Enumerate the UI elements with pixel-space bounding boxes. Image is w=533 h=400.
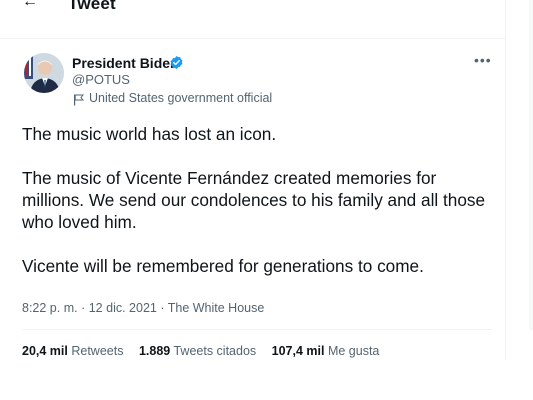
retweets-stat[interactable]: 20,4 mil Retweets: [22, 344, 127, 358]
meta-separator: ·: [81, 301, 86, 315]
tweet-date[interactable]: 12 dic. 2021: [89, 301, 157, 315]
quote-tweets-count: 1.889: [138, 344, 171, 358]
likes-label: Me gusta: [327, 344, 380, 358]
retweets-count: 20,4 mil: [22, 344, 68, 358]
avatar-portrait-icon: [24, 53, 64, 93]
tweet-text: The music world has lost an icon. The mu…: [22, 123, 492, 299]
column-divider: [505, 0, 506, 330]
government-label: United States government official: [89, 91, 273, 105]
quote-tweets-label: Tweets citados: [173, 344, 257, 358]
avatar[interactable]: [24, 53, 64, 93]
back-button[interactable]: ←: [22, 0, 38, 11]
tweet-paragraph: The music of Vicente Fernández created m…: [22, 168, 486, 232]
column-divider-bottom: [505, 330, 506, 360]
tweet-paragraph: Vicente will be remembered for generatio…: [22, 256, 424, 276]
stats-divider: [22, 329, 492, 330]
retweets-label: Retweets: [71, 344, 124, 358]
verified-badge-icon: [170, 55, 183, 70]
page-title: Tweet: [68, 0, 116, 13]
more-options-icon[interactable]: •••: [474, 52, 492, 68]
meta-separator: ·: [160, 301, 165, 315]
flag-icon: [74, 94, 84, 106]
tweet-metadata: 8:22 p. m. · 12 dic. 2021 · The White Ho…: [22, 301, 264, 315]
tweet-page: ← Tweet President Biden @POTUS ••• Unite…: [0, 0, 533, 400]
quote-tweets-stat[interactable]: 1.889 Tweets citados: [139, 344, 260, 358]
header-divider: [0, 38, 505, 39]
side-column-edge: [529, 0, 533, 330]
tweet-paragraph: The music world has lost an icon.: [22, 124, 277, 144]
tweet-source[interactable]: The White House: [168, 301, 265, 315]
author-handle[interactable]: @POTUS: [72, 72, 130, 87]
tweet-time[interactable]: 8:22 p. m.: [22, 301, 78, 315]
tweet-stats: 20,4 mil Retweets 1.889 Tweets citados 1…: [22, 344, 391, 358]
header-bar: ← Tweet: [0, 0, 533, 38]
likes-count: 107,4 mil: [271, 344, 325, 358]
likes-stat[interactable]: 107,4 mil Me gusta: [272, 344, 380, 358]
author-name[interactable]: President Biden: [72, 55, 179, 71]
